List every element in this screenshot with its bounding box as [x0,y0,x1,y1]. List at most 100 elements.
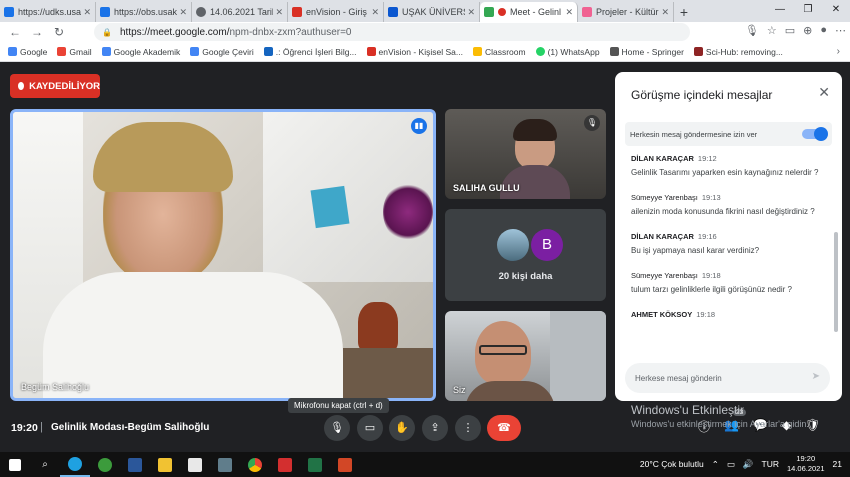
meeting-separator: | [40,421,43,433]
close-tab-icon[interactable]: ✕ [179,7,187,18]
tab-favicon-icon [388,7,398,17]
notification-count[interactable]: 21 [833,459,842,469]
url-host: https://meet.google.com/ [119,26,230,38]
taskbar-clock[interactable]: 19:20 14.06.2021 [787,454,825,474]
app-icon[interactable] [180,452,210,477]
avatar [497,229,529,261]
reload-icon[interactable]: ↻ [48,25,70,39]
excel-icon[interactable] [300,452,330,477]
more-options-button[interactable]: ⋮ [455,415,481,441]
bookmarks-overflow-icon[interactable]: › [837,46,840,57]
windows-taskbar: ⌕ 20°C Çok bulutlu ⌃ ▭ 🔊 TUR 19:20 14.06… [0,452,850,477]
main-tile-name: Begüm Salihoğlu [21,382,90,392]
minimize-icon[interactable]: — [766,0,794,20]
close-tab-icon[interactable]: ✕ [467,7,475,18]
new-tab-icon[interactable]: + [674,2,694,22]
forward-icon[interactable]: → [26,25,48,39]
windows-start-icon[interactable] [0,452,30,477]
recording-badge[interactable]: KAYDEDİLİYOR [10,74,100,98]
bookmark-google[interactable]: Google [8,47,47,57]
list-item: Sümeyye Yarenbaşı 19:13 ailenizin moda ko… [631,193,827,218]
network-icon[interactable]: ▭ [727,459,735,470]
bookmark-google-ceviri[interactable]: Google Çeviri [190,47,254,57]
close-tab-icon[interactable]: ✕ [661,7,669,18]
bookmark-whatsapp[interactable]: (1) WhatsApp [535,47,600,57]
bookmark-star-icon[interactable]: ☆ [767,24,777,37]
more-menu-icon[interactable]: ⋯ [835,24,846,37]
message-time: 19:13 [701,193,721,202]
tab-obs[interactable]: https://obs.usak.ed✕ [96,2,192,22]
allow-messages-toggle[interactable] [802,127,828,141]
bookmark-classroom[interactable]: Classroom [472,47,526,57]
close-window-icon[interactable]: ✕ [822,0,850,20]
close-tab-icon[interactable]: ✕ [83,7,91,18]
bookmark-scihub[interactable]: Sci-Hub: removing... [693,47,783,57]
app-icon[interactable] [90,452,120,477]
tab-usak[interactable]: UŞAK ÜNİVERSİTE✕ [384,2,480,22]
edge-icon[interactable] [60,452,90,477]
message-text: Gelinlik Tasarımı yaparken esin kaynağın… [631,168,819,177]
acrobat-icon[interactable] [270,452,300,477]
self-video-tile[interactable]: Siz [445,311,606,401]
restore-icon[interactable]: ❐ [794,0,822,20]
chat-input-placeholder: Herkese mesaj gönderin [635,373,722,383]
word-icon[interactable] [120,452,150,477]
camera-button[interactable]: ▭ [357,415,383,441]
url-path: npm-dnbx-zxm?authuser=0 [229,26,352,38]
message-time: 19:18 [696,310,716,319]
end-call-button[interactable]: ☎ [487,415,521,441]
saliha-hair-image [513,119,557,141]
more-participants-label: 20 kişi daha [498,271,553,282]
profile-icon[interactable]: ● [820,24,827,37]
bookmark-springer[interactable]: Home - Springer [609,47,684,57]
avatar: B [531,229,563,261]
participant-tile-saliha[interactable]: 🎙 SALIHA GULLU [445,109,606,199]
camera-permission-icon[interactable]: 🎙 [745,24,759,37]
bookmark-envision[interactable]: enVision - Kişisel Sa... [366,47,463,57]
chat-scrollbar[interactable] [834,232,838,332]
clock-date: 14.06.2021 [786,464,825,473]
tab-udks[interactable]: https://udks.usak.e✕ [0,2,96,22]
saliha-tile-name: SALIHA GULLU [453,183,520,193]
tab-meet[interactable]: Meet - Gelinl ✕ [480,2,578,22]
system-tray: 20°C Çok bulutlu ⌃ ▭ 🔊 TUR 19:20 14.06.2… [640,454,842,474]
tab-favicon-icon [4,7,14,17]
weather-widget[interactable]: 20°C Çok bulutlu [640,459,704,469]
volume-icon[interactable]: 🔊 [743,459,754,470]
chat-panel-title: Görüşme içindeki mesajlar [631,88,773,102]
address-bar: ← → ↻ 🔒 https://meet.google.com/npm-dnbx… [0,22,850,42]
language-indicator[interactable]: TUR [762,459,779,469]
search-icon[interactable]: ⌕ [30,452,60,477]
tab-tarihli[interactable]: 14.06.2021 Tarihli✕ [192,2,288,22]
bookmark-google-akademik[interactable]: Google Akademik [101,47,180,57]
main-video-tile[interactable]: ▮▮ Begüm Salihoğlu [10,109,436,401]
powerpoint-icon[interactable] [330,452,360,477]
shelf-image [343,348,433,398]
chrome-icon[interactable] [240,452,270,477]
cast-icon[interactable]: ▭ [785,24,795,37]
raise-hand-button[interactable]: ✋ [389,415,415,441]
lock-icon: 🔒 [102,27,112,37]
meet-stage: KAYDEDİLİYOR ▮▮ Begüm Salihoğlu 🎙 SALIHA… [0,62,850,452]
close-tab-icon[interactable]: ✕ [275,7,283,18]
speaker-hair-image [93,122,233,192]
close-icon[interactable]: ✕ [818,84,830,101]
chat-message-input[interactable]: Herkese mesaj gönderin ➤ [625,363,830,393]
file-explorer-icon[interactable] [150,452,180,477]
tray-chevron-icon[interactable]: ⌃ [712,459,719,470]
present-button[interactable]: ⇪ [422,415,448,441]
microphone-button[interactable]: 🎙 [324,415,350,441]
meeting-time: 19:20 [11,422,38,434]
collections-icon[interactable]: ⊕ [803,24,812,37]
bookmark-gmail[interactable]: Gmail [57,47,92,57]
close-tab-icon[interactable]: ✕ [565,7,573,18]
back-icon[interactable]: ← [4,25,26,39]
bookmark-ogrenci-isleri[interactable]: .: Öğrenci İşleri Bilg... [263,47,357,57]
more-participants-tile[interactable]: B 20 kişi daha [445,209,606,301]
url-input[interactable]: 🔒 https://meet.google.com/npm-dnbx-zxm?a… [94,23,690,41]
close-tab-icon[interactable]: ✕ [371,7,379,18]
tab-envision[interactable]: enVision - Giriş Sa✕ [288,2,384,22]
calculator-icon[interactable] [210,452,240,477]
send-icon[interactable]: ➤ [812,371,820,382]
tab-projeler[interactable]: Projeler - Kültür ✕ [578,2,674,22]
